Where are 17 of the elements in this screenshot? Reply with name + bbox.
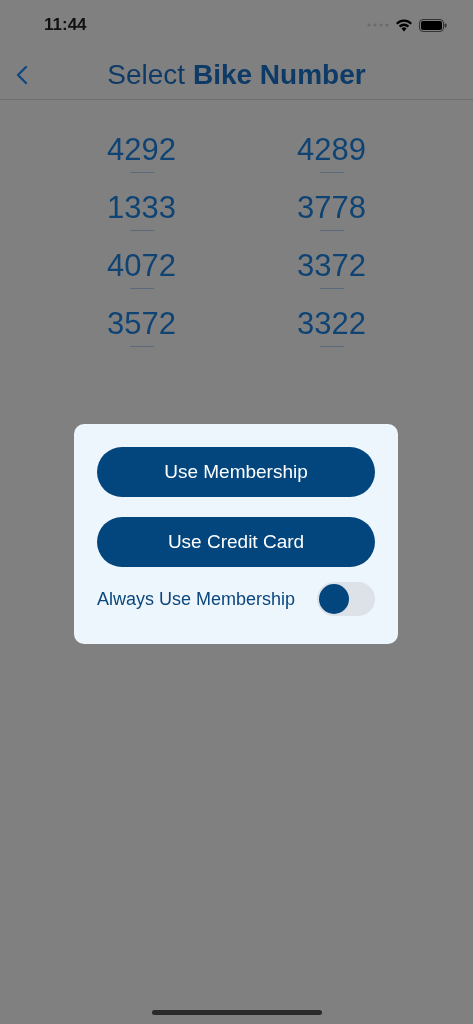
- bike-number[interactable]: 3572: [107, 310, 176, 338]
- bike-number[interactable]: 3372: [297, 252, 366, 280]
- wifi-icon: [395, 18, 413, 32]
- toggle-switch[interactable]: [317, 582, 375, 616]
- toggle-label: Always Use Membership: [97, 587, 296, 611]
- bike-number[interactable]: 4072: [107, 252, 176, 280]
- option-button[interactable]: Use Credit Card: [97, 517, 375, 567]
- chevron-left-icon: [16, 65, 28, 85]
- battery-icon: [419, 18, 447, 32]
- bike-number[interactable]: 4289: [297, 136, 366, 164]
- bike-number[interactable]: 4292: [107, 136, 176, 164]
- status-time: 11:44: [43, 14, 87, 37]
- page-title: Select Bike Number: [107, 57, 366, 92]
- bike-number[interactable]: 3322: [297, 310, 366, 338]
- option-button[interactable]: Use Membership: [97, 447, 375, 497]
- bike-number[interactable]: 1333: [107, 194, 176, 222]
- bike-number[interactable]: 3778: [297, 194, 366, 222]
